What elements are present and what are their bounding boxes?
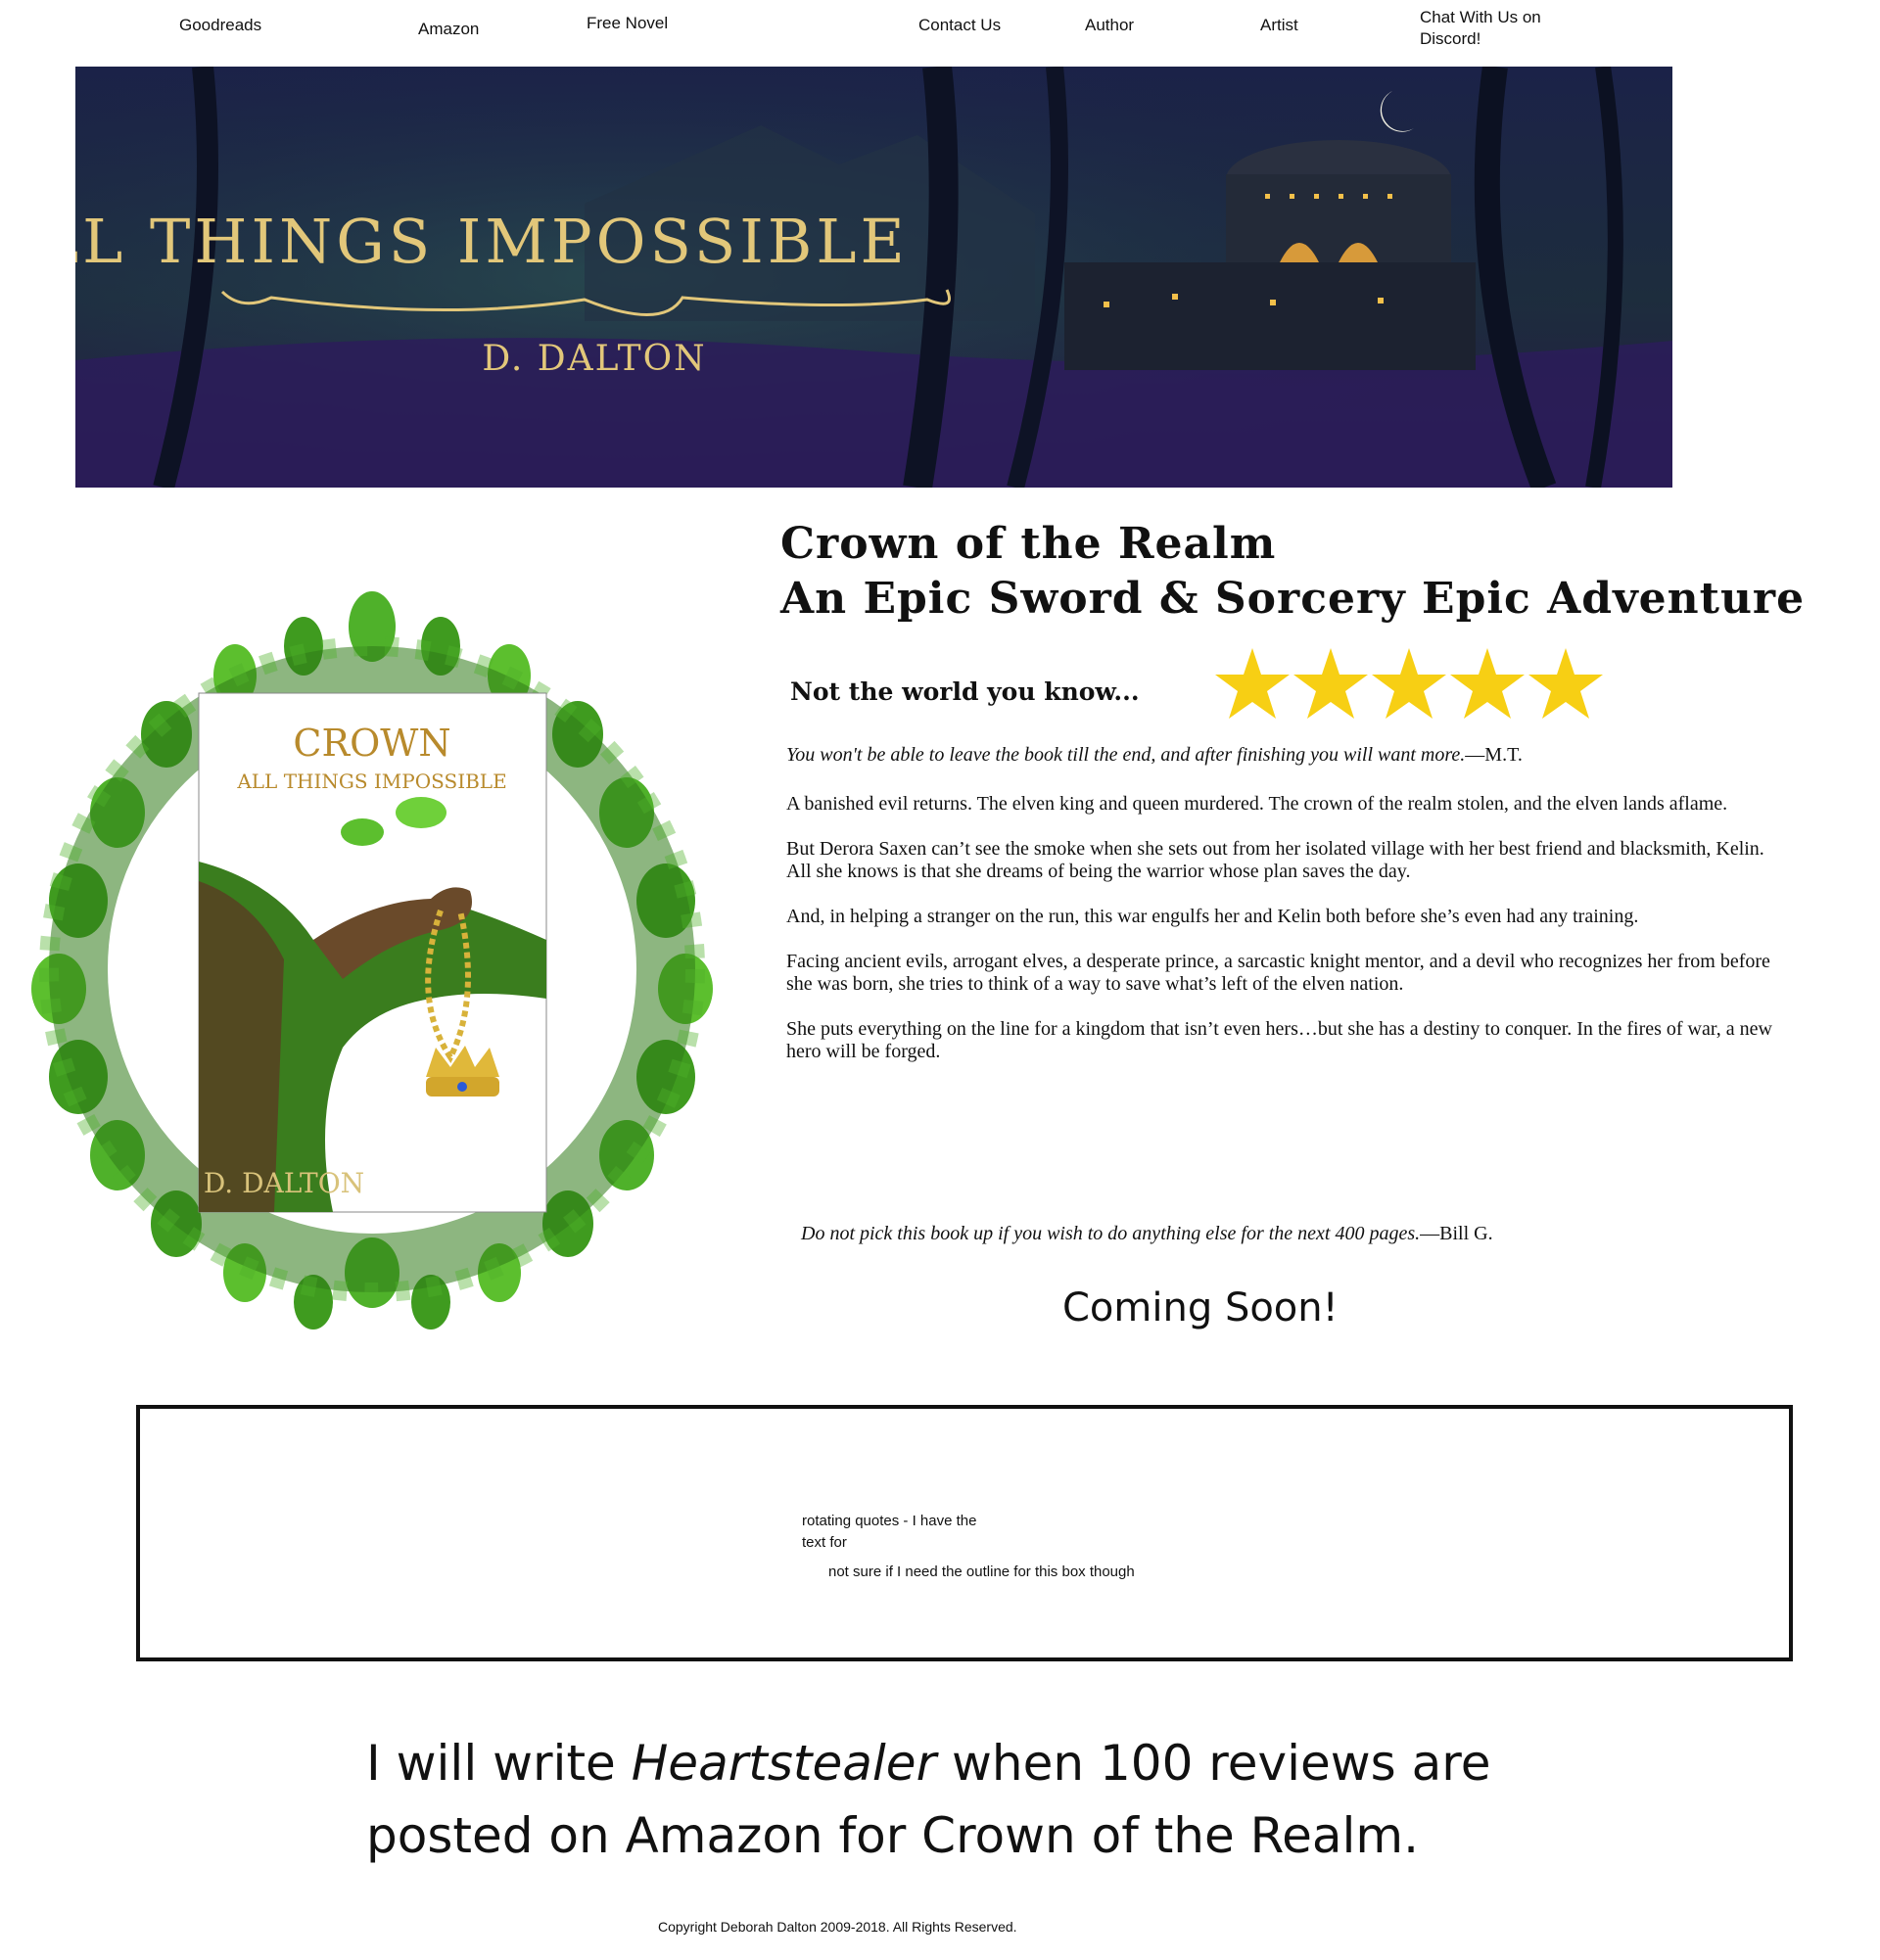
cover-subtitle: ALL THINGS IMPOSSIBLE	[236, 770, 506, 793]
crown-icon	[426, 1046, 499, 1077]
book-title-line2: An Epic Sword & Sorcery Epic Adventure	[780, 574, 1806, 624]
blurb-paragraph: Facing ancient evils, arrogant elves, a …	[786, 951, 1770, 995]
cover-author: D. DALTON	[204, 1167, 364, 1199]
review-quote-1-text: You won't be able to leave the book till…	[786, 744, 1466, 766]
nav-amazon-link[interactable]: Amazon	[418, 19, 479, 40]
blurb-paragraph: A banished evil returns. The elven king …	[786, 793, 1728, 815]
five-star-rating	[1215, 648, 1603, 719]
banner-artwork: ALL THINGS IMPOSSIBLE D. DALTON	[75, 67, 1672, 488]
placeholder-note-2: not sure if I need the outline for this …	[828, 1563, 1135, 1580]
nav-goodreads-link[interactable]: Goodreads	[179, 15, 261, 36]
review-quote-2-author: —Bill G.	[1420, 1223, 1493, 1244]
nav-free-novel-link[interactable]: Free Novel	[587, 13, 668, 34]
star-icon	[1528, 648, 1603, 719]
review-quote-2-text: Do not pick this book up if you wish to …	[801, 1223, 1421, 1244]
tagline: Not the world you know...	[790, 677, 1140, 706]
star-icon	[1215, 648, 1290, 719]
nav-discord-link[interactable]: Chat With Us on Discord!	[1420, 7, 1541, 50]
review-quote-1-author: —M.T.	[1465, 744, 1523, 766]
review-quote-1: You won't be able to leave the book till…	[786, 744, 1765, 767]
nav-author-link[interactable]: Author	[1085, 15, 1134, 36]
blurb-paragraph: She puts everything on the line for a ki…	[786, 1018, 1772, 1062]
cover-illustration: CROWN ALL THINGS IMPOSSIBLE D. DALTON	[31, 591, 713, 1330]
nav-contact-link[interactable]: Contact Us	[918, 15, 1001, 36]
nav-discord-line2: Discord!	[1420, 29, 1481, 48]
book-title: Crown of the Realm An Epic Sword & Sorce…	[780, 517, 1805, 627]
heartstealer-announcement: I will write Heartstealer when 100 revie…	[366, 1727, 1639, 1872]
book-blurb: A banished evil returns. The elven king …	[786, 793, 1777, 1086]
footer-copyright: Copyright Deborah Dalton 2009-2018. All …	[658, 1919, 1017, 1935]
cover-title-crown: CROWN	[293, 722, 450, 765]
placeholder-note-1: rotating quotes - I have the text for	[802, 1513, 977, 1551]
coming-soon-label: Coming Soon!	[1062, 1285, 1339, 1330]
banner-title: ALL THINGS IMPOSSIBLE	[75, 206, 909, 277]
blurb-paragraph: But Derora Saxen can’t see the smoke whe…	[786, 838, 1764, 882]
blurb-paragraph: And, in helping a stranger on the run, t…	[786, 906, 1639, 927]
star-icon	[1293, 648, 1368, 719]
book-title-line1: Crown of the Realm	[780, 519, 1277, 569]
book-cover-art: CROWN ALL THINGS IMPOSSIBLE D. DALTON	[20, 587, 725, 1341]
heartstealer-pre: I will write	[366, 1735, 632, 1792]
heartstealer-title: Heartstealer	[631, 1735, 937, 1792]
nav-discord-line1: Chat With Us on	[1420, 8, 1541, 26]
rotating-quotes-box: rotating quotes - I have the text for no…	[136, 1405, 1793, 1661]
review-quote-2: Do not pick this book up if you wish to …	[801, 1223, 1780, 1245]
star-icon	[1372, 648, 1446, 719]
star-icon	[1450, 648, 1525, 719]
hero-banner: ALL THINGS IMPOSSIBLE D. DALTON	[75, 67, 1672, 488]
nav-artist-link[interactable]: Artist	[1260, 15, 1298, 36]
banner-author: D. DALTON	[482, 339, 706, 379]
